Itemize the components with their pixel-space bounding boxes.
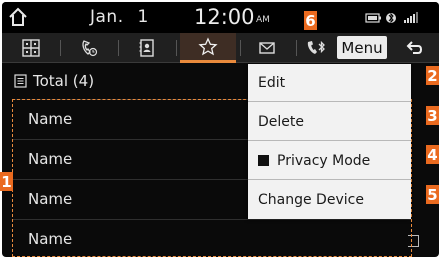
status-time: 12:00 — [194, 5, 255, 29]
row-edge-marker — [408, 235, 419, 247]
phone-favorites-screen: Jan. 1 12:00 AM Menu Total (4) Name Name… — [2, 2, 439, 257]
tab-divider — [118, 40, 119, 56]
tab-keypad[interactable] — [6, 33, 56, 63]
status-date: Jan. 1 — [90, 7, 149, 27]
call-log-icon — [82, 40, 98, 57]
menu-item-delete[interactable]: Delete — [248, 103, 411, 141]
home-icon[interactable] — [4, 4, 32, 30]
tab-favorites[interactable] — [180, 33, 236, 63]
callout-badge-5: 5 — [426, 185, 439, 204]
list-icon — [14, 74, 27, 88]
tab-call-log[interactable] — [64, 33, 114, 63]
menu-button[interactable]: Menu — [337, 36, 387, 59]
callout-badge-4: 4 — [426, 145, 439, 164]
contact-name: Name — [28, 150, 73, 168]
callout-badge-2: 2 — [426, 66, 439, 85]
tab-divider — [176, 40, 177, 56]
menu-item-change-device[interactable]: Change Device — [248, 181, 411, 219]
tab-divider — [240, 40, 241, 56]
signal-strength-icon — [404, 12, 418, 23]
menu-item-privacy-mode[interactable]: Privacy Mode — [248, 142, 411, 180]
bluetooth-phone-icon — [307, 40, 325, 54]
back-button[interactable] — [394, 33, 434, 63]
status-ampm: AM — [256, 15, 270, 25]
contacts-icon — [139, 39, 154, 57]
battery-icon — [365, 13, 381, 23]
phone-tab-bar: Menu — [2, 33, 439, 63]
tab-divider — [296, 40, 297, 56]
callout-badge-3: 3 — [426, 106, 439, 125]
tab-messages[interactable] — [242, 33, 292, 63]
bluetooth-phone-button[interactable] — [298, 33, 334, 63]
contact-name: Name — [28, 190, 73, 208]
messages-icon — [259, 42, 275, 54]
callout-badge-6: 6 — [304, 11, 317, 30]
favorites-star-icon — [198, 36, 218, 55]
total-label: Total (4) — [33, 72, 95, 90]
menu-item-edit[interactable]: Edit — [248, 64, 411, 102]
back-arrow-icon — [406, 41, 423, 54]
bluetooth-connected-icon — [386, 12, 396, 24]
menu-item-label: Privacy Mode — [277, 152, 371, 169]
status-icons — [365, 12, 418, 24]
callout-badge-1: 1 — [0, 172, 13, 191]
privacy-mode-checkbox[interactable] — [258, 155, 269, 166]
status-bar: Jan. 1 12:00 AM — [2, 2, 439, 33]
contact-name: Name — [28, 230, 73, 248]
menu-item-label: Delete — [258, 113, 304, 130]
contact-name: Name — [28, 110, 73, 128]
keypad-icon — [22, 39, 40, 57]
list-item[interactable]: Name — [12, 219, 419, 257]
tab-divider — [60, 40, 61, 56]
menu-item-label: Edit — [258, 74, 286, 91]
menu-item-label: Change Device — [258, 192, 364, 208]
total-count: Total (4) — [14, 72, 94, 90]
tab-contacts[interactable] — [122, 33, 172, 63]
menu-dropdown: Edit Delete Privacy Mode Change Device — [248, 64, 411, 219]
